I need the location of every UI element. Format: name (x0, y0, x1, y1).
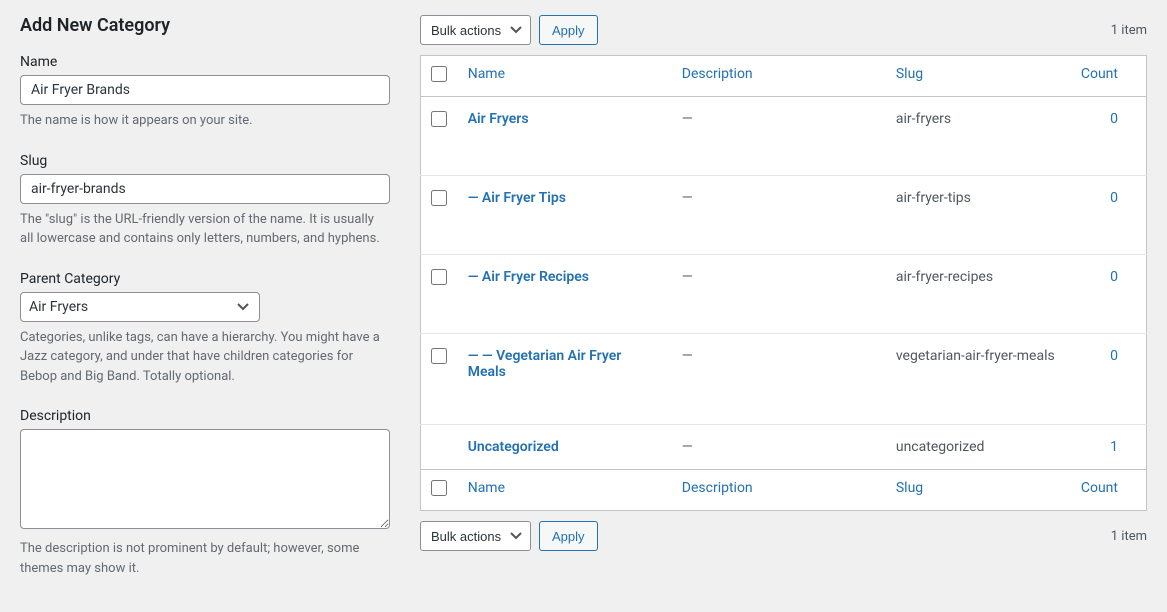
header-description[interactable]: Description (672, 56, 886, 97)
table-row: — Air Fryer Recipes — air-fryer-recipes … (421, 255, 1147, 334)
table-row: — — Vegetarian Air Fryer Meals — vegetar… (421, 334, 1147, 425)
footer-slug[interactable]: Slug (886, 470, 1070, 511)
name-help: The name is how it appears on your site. (20, 111, 380, 131)
row-description: — (682, 269, 693, 285)
bulk-actions-bottom: Bulk actions Apply (420, 521, 598, 551)
bulk-select-bottom[interactable]: Bulk actions (420, 521, 531, 551)
count-link[interactable]: 1 (1110, 439, 1118, 455)
row-slug: air-fryer-recipes (886, 255, 1070, 334)
apply-button-top[interactable]: Apply (539, 15, 598, 45)
row-slug: air-fryer-tips (886, 176, 1070, 255)
table-row: Uncategorized — uncategorized 1 (421, 425, 1147, 470)
category-link[interactable]: — Air Fryer Recipes (468, 269, 589, 285)
categories-table: Name Description Slug Count Air Fryers —… (420, 55, 1147, 511)
table-row: Air Fryers — air-fryers 0 (421, 97, 1147, 176)
description-field-wrap: Description The description is not promi… (20, 408, 390, 578)
count-link[interactable]: 0 (1110, 348, 1118, 364)
category-link[interactable]: Uncategorized (468, 439, 559, 455)
header-name[interactable]: Name (458, 56, 672, 97)
description-label: Description (20, 408, 390, 424)
description-textarea[interactable] (20, 429, 390, 529)
bulk-actions-top: Bulk actions Apply (420, 15, 598, 45)
name-input[interactable] (20, 75, 390, 105)
table-row: — Air Fryer Tips — air-fryer-tips 0 (421, 176, 1147, 255)
item-count-top: 1 item (1111, 23, 1147, 38)
category-link[interactable]: — Air Fryer Tips (468, 190, 566, 206)
row-checkbox[interactable] (431, 348, 447, 364)
row-description: — (682, 111, 693, 127)
row-checkbox[interactable] (431, 269, 447, 285)
form-title: Add New Category (20, 15, 390, 36)
count-link[interactable]: 0 (1110, 111, 1118, 127)
tablenav-bottom: Bulk actions Apply 1 item (420, 521, 1147, 551)
parent-help: Categories, unlike tags, can have a hier… (20, 328, 380, 387)
category-list-panel: Bulk actions Apply 1 item Name Descripti… (420, 15, 1147, 597)
item-count-bottom: 1 item (1111, 529, 1147, 544)
row-description: — (682, 190, 693, 206)
add-category-form: Add New Category Name The name is how it… (20, 15, 420, 597)
select-all-top[interactable] (431, 66, 447, 82)
row-slug: uncategorized (886, 425, 1070, 470)
slug-help: The "slug" is the URL-friendly version o… (20, 210, 380, 249)
parent-label: Parent Category (20, 271, 390, 287)
footer-description[interactable]: Description (672, 470, 886, 511)
category-link[interactable]: — — Vegetarian Air Fryer Meals (468, 348, 622, 380)
tablenav-top: Bulk actions Apply 1 item (420, 15, 1147, 45)
apply-button-bottom[interactable]: Apply (539, 521, 598, 551)
name-label: Name (20, 54, 390, 70)
slug-input[interactable] (20, 174, 390, 204)
slug-field-wrap: Slug The "slug" is the URL-friendly vers… (20, 153, 390, 249)
slug-label: Slug (20, 153, 390, 169)
footer-count[interactable]: Count (1069, 470, 1146, 511)
header-count[interactable]: Count (1069, 56, 1146, 97)
row-slug: air-fryers (886, 97, 1070, 176)
count-link[interactable]: 0 (1110, 190, 1118, 206)
parent-field-wrap: Parent Category Air Fryers Categories, u… (20, 271, 390, 387)
parent-select[interactable]: Air Fryers (20, 292, 260, 322)
description-help: The description is not prominent by defa… (20, 539, 380, 578)
bulk-select-top[interactable]: Bulk actions (420, 15, 531, 45)
name-field-wrap: Name The name is how it appears on your … (20, 54, 390, 131)
select-all-bottom[interactable] (431, 480, 447, 496)
category-link[interactable]: Air Fryers (468, 111, 529, 127)
row-description: — (682, 439, 693, 455)
row-description: — (682, 348, 693, 364)
row-slug: vegetarian-air-fryer-meals (886, 334, 1070, 425)
footer-name[interactable]: Name (458, 470, 672, 511)
row-checkbox[interactable] (431, 111, 447, 127)
row-checkbox[interactable] (431, 190, 447, 206)
header-slug[interactable]: Slug (886, 56, 1070, 97)
count-link[interactable]: 0 (1110, 269, 1118, 285)
